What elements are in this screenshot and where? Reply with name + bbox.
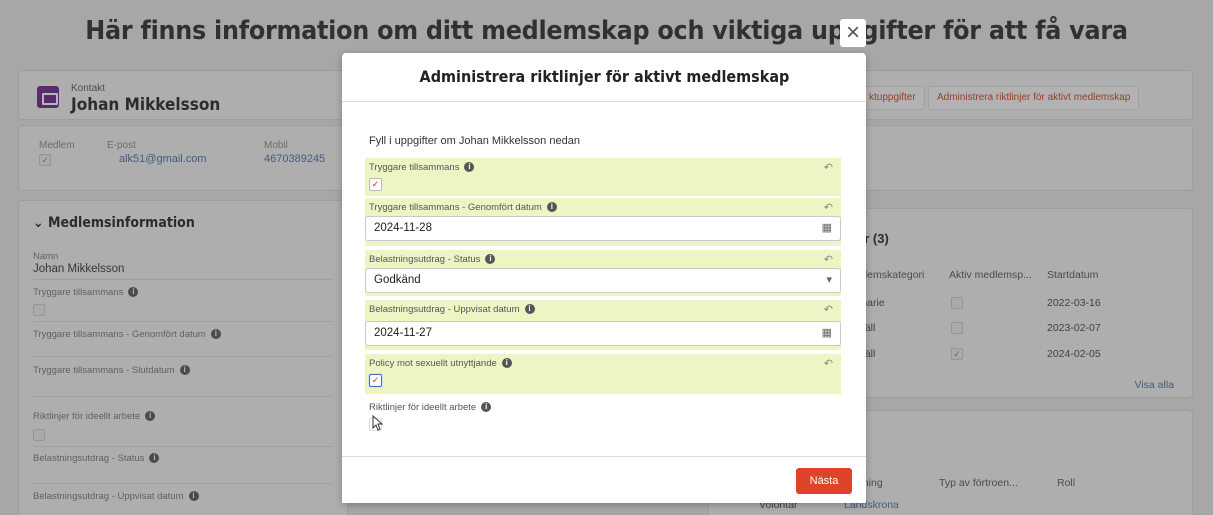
field-label: Tryggare tillsammans - Genomfört datum i xyxy=(369,202,557,213)
calendar-icon[interactable]: ▦ xyxy=(822,217,832,240)
safer-together-checkbox[interactable]: ✓ xyxy=(369,178,382,191)
policy-field: Policy mot sexuellt utnyttjande i ↶ ✓ xyxy=(365,354,841,394)
record-status-select[interactable]: Godkänd ▾ xyxy=(365,268,841,293)
field-label-text: Belastningsutdrag - Uppvisat datum xyxy=(369,304,520,315)
record-date-field: Belastningsutdrag - Uppvisat datum i ↶ 20… xyxy=(365,300,841,350)
record-date-input[interactable]: 2024-11-27 ▦ xyxy=(365,321,841,346)
undo-icon[interactable]: ↶ xyxy=(824,201,833,214)
record-status-field: Belastningsutdrag - Status i ↶ Godkänd ▾ xyxy=(365,250,841,296)
undo-icon[interactable]: ↶ xyxy=(824,357,833,370)
field-label: Tryggare tillsammans i xyxy=(369,162,475,173)
safer-together-field: Tryggare tillsammans i ↶ ✓ xyxy=(365,158,841,196)
next-button[interactable]: Nästa xyxy=(796,468,852,494)
field-label-text: Tryggare tillsammans xyxy=(369,162,460,173)
chevron-down-icon[interactable]: ▾ xyxy=(826,269,832,292)
calendar-icon[interactable]: ▦ xyxy=(822,322,832,345)
close-icon[interactable]: × xyxy=(840,19,866,47)
field-label-text: Policy mot sexuellt utnyttjande xyxy=(369,358,497,369)
modal-title: Administrera riktlinjer för aktivt medle… xyxy=(419,67,789,86)
field-label: Riktlinjer för ideellt arbete i xyxy=(369,402,492,413)
modal-header: Administrera riktlinjer för aktivt medle… xyxy=(342,53,866,102)
policy-checkbox[interactable]: ✓ xyxy=(369,374,382,387)
field-label: Policy mot sexuellt utnyttjande i xyxy=(369,358,512,369)
guidelines-modal: Administrera riktlinjer för aktivt medle… xyxy=(342,53,866,503)
info-icon: i xyxy=(546,202,557,213)
date-value: 2024-11-28 xyxy=(374,222,432,234)
info-icon: i xyxy=(464,162,475,173)
info-icon: i xyxy=(485,254,496,265)
mouse-cursor-icon xyxy=(372,415,384,431)
info-icon: i xyxy=(501,358,512,369)
field-label-text: Riktlinjer för ideellt arbete xyxy=(369,402,477,413)
field-label: Belastningsutdrag - Status i xyxy=(369,254,496,265)
date-value: 2024-11-27 xyxy=(374,327,432,339)
status-value: Godkänd xyxy=(374,274,421,286)
undo-icon[interactable]: ↶ xyxy=(824,303,833,316)
voluntary-guidelines-field: Riktlinjer för ideellt arbete i xyxy=(365,398,841,438)
modal-intro: Fyll i uppgifter om Johan Mikkelsson ned… xyxy=(369,135,580,147)
modal-footer: Nästa xyxy=(342,456,866,503)
info-icon: i xyxy=(524,304,535,315)
field-label-text: Tryggare tillsammans - Genomfört datum xyxy=(369,202,542,213)
undo-icon[interactable]: ↶ xyxy=(824,253,833,266)
safer-together-date-input[interactable]: 2024-11-28 ▦ xyxy=(365,216,841,241)
field-label: Belastningsutdrag - Uppvisat datum i xyxy=(369,304,535,315)
safer-together-date-field: Tryggare tillsammans - Genomfört datum i … xyxy=(365,198,841,246)
field-label-text: Belastningsutdrag - Status xyxy=(369,254,481,265)
info-icon: i xyxy=(481,402,492,413)
undo-icon[interactable]: ↶ xyxy=(824,161,833,174)
